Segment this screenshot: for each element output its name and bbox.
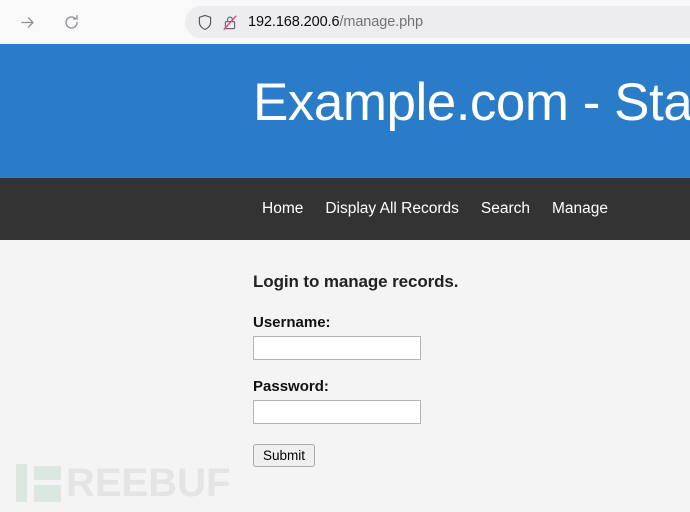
- url-bar[interactable]: 192.168.200.6/manage.php: [185, 6, 690, 38]
- freebuf-logo-icon: [14, 462, 62, 504]
- nav-item-display-all-records[interactable]: Display All Records: [325, 200, 459, 218]
- login-heading: Login to manage records.: [253, 272, 459, 291]
- nav-item-home[interactable]: Home: [262, 200, 303, 218]
- main-content: Login to manage records. Username: Passw…: [0, 240, 690, 467]
- lock-crossed-icon: [223, 15, 237, 30]
- browser-toolbar: 192.168.200.6/manage.php: [0, 0, 690, 44]
- reload-icon: [64, 14, 78, 29]
- watermark-text: REEBUF: [66, 461, 231, 505]
- site-navigation: Home Display All Records Search Manage: [0, 178, 690, 240]
- page-viewport: Example.com - Staff Home Display All Rec…: [0, 44, 690, 512]
- password-input[interactable]: [253, 400, 421, 424]
- page-title: Example.com - Staff: [253, 73, 690, 132]
- arrow-right-icon: [20, 16, 34, 28]
- forward-button[interactable]: [12, 7, 42, 37]
- reload-button[interactable]: [56, 7, 86, 37]
- site-banner: Example.com - Staff: [0, 44, 690, 178]
- nav-item-search[interactable]: Search: [481, 200, 530, 218]
- shield-icon: [198, 14, 212, 30]
- freebuf-watermark: REEBUF: [14, 462, 230, 504]
- url-host: 192.168.200.6: [248, 14, 340, 30]
- url-text: 192.168.200.6/manage.php: [248, 14, 423, 30]
- url-path: /manage.php: [339, 14, 423, 30]
- browser-window: 192.168.200.6/manage.php Example.com - S…: [0, 0, 690, 512]
- username-label: Username:: [253, 314, 331, 331]
- password-label: Password:: [253, 378, 329, 395]
- login-form: Username: Password: Submit: [253, 314, 690, 467]
- submit-button[interactable]: Submit: [253, 444, 316, 467]
- nav-item-manage[interactable]: Manage: [552, 200, 608, 218]
- username-input[interactable]: [253, 336, 421, 360]
